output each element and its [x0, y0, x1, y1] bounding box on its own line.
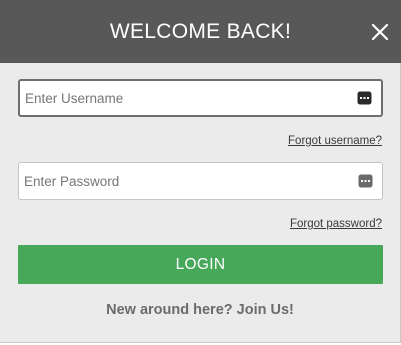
close-button[interactable]	[367, 19, 393, 45]
forgot-username-link[interactable]: Forgot username?	[288, 135, 382, 147]
forgot-password-link[interactable]: Forgot password?	[290, 218, 382, 230]
login-modal: WELCOME BACK! Forgot username? Forgot pa…	[0, 0, 401, 343]
modal-title: WELCOME BACK!	[109, 20, 292, 43]
close-icon	[371, 23, 389, 41]
modal-header: WELCOME BACK!	[0, 0, 401, 63]
username-field[interactable]	[18, 79, 383, 117]
join-us-link[interactable]: New around here? Join Us!	[0, 302, 400, 318]
password-input[interactable]	[19, 163, 349, 199]
login-button[interactable]: LOGIN	[18, 245, 383, 284]
password-manager-key-icon[interactable]	[357, 91, 372, 105]
username-input[interactable]	[20, 81, 350, 115]
password-field[interactable]	[18, 162, 383, 200]
password-manager-key-icon[interactable]	[358, 174, 373, 188]
